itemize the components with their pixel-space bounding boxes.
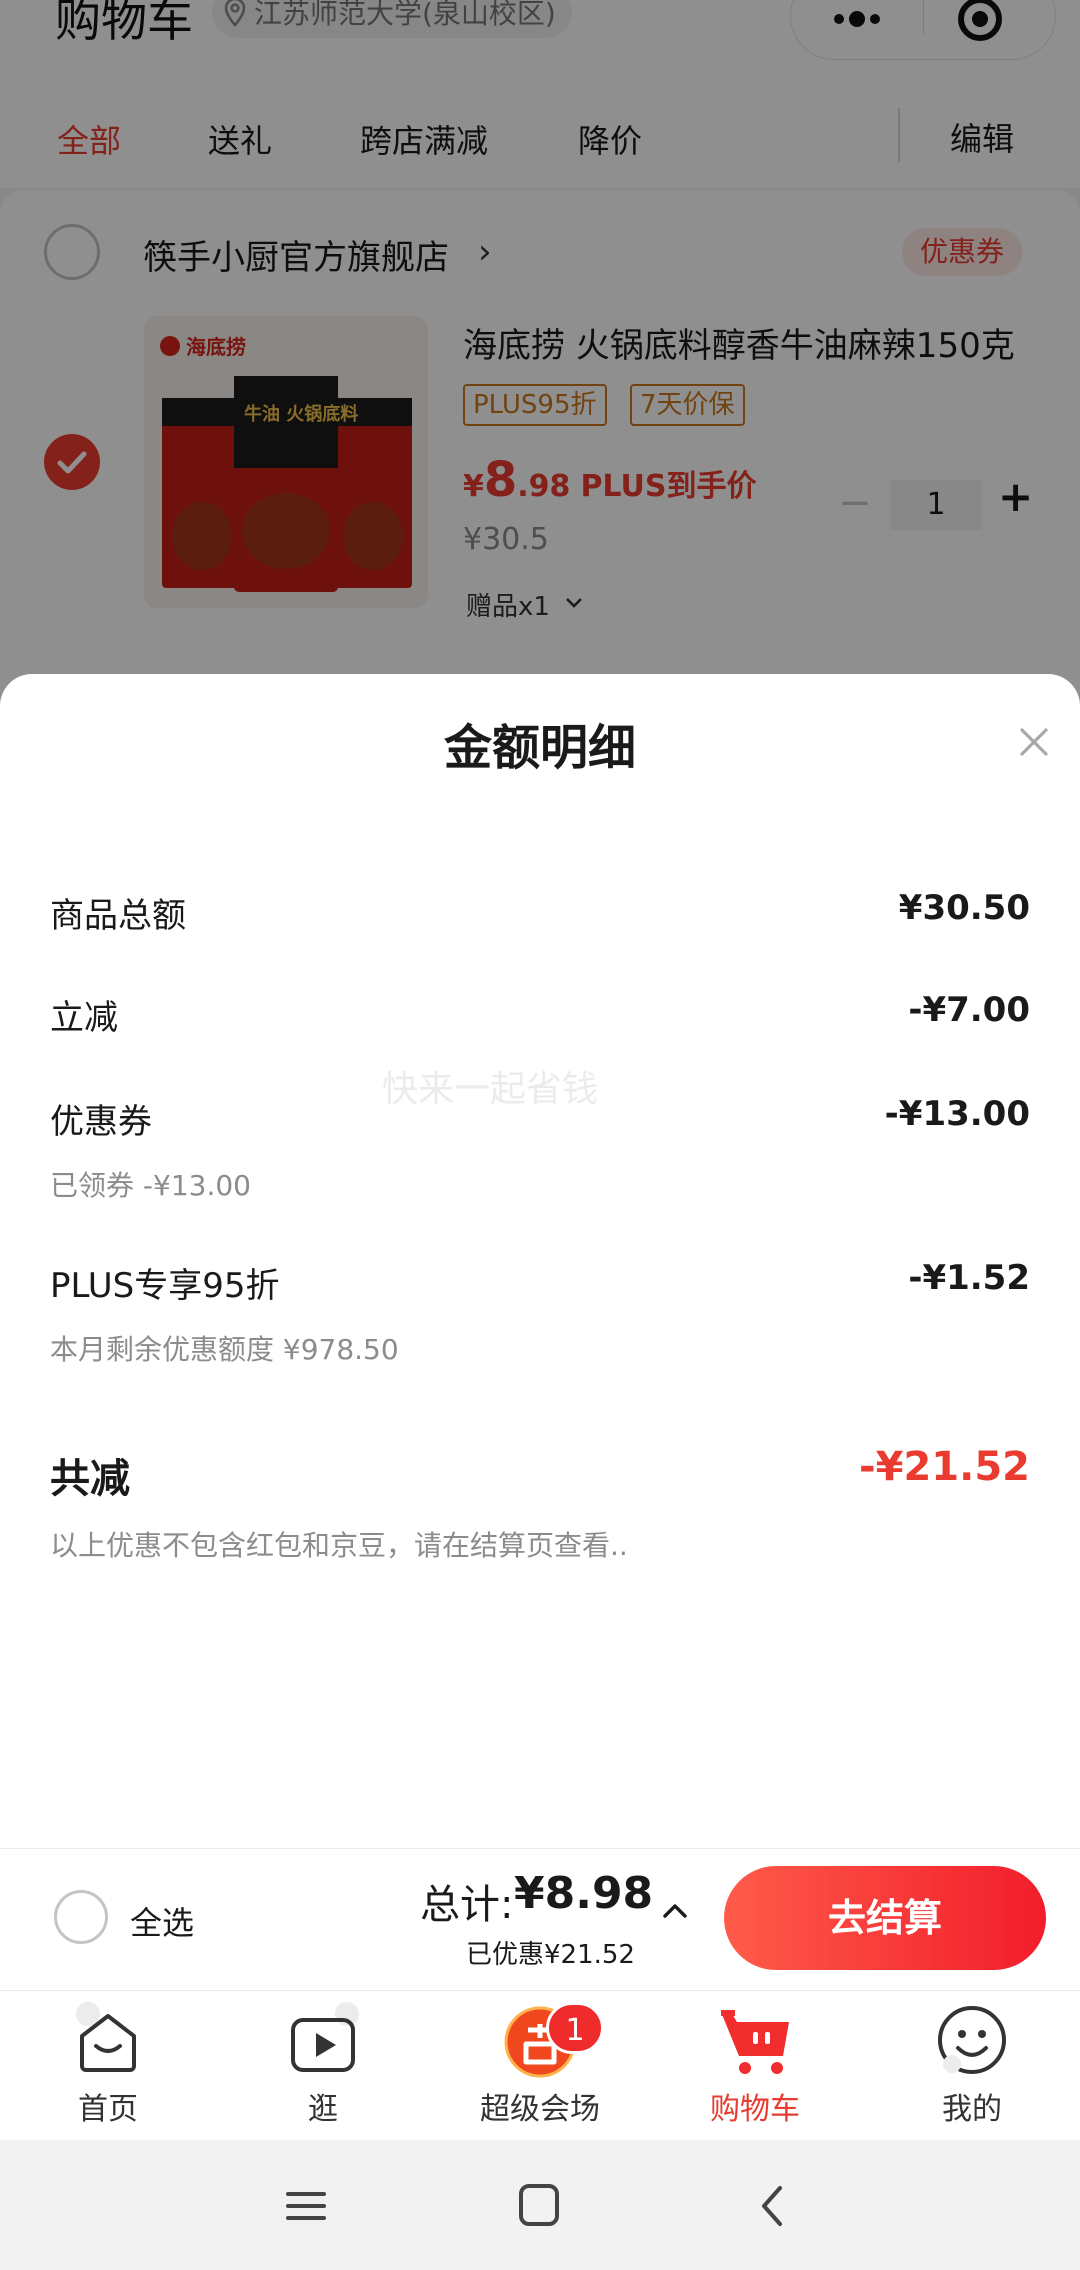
home-icon	[76, 2002, 136, 2072]
notification-badge: 1	[546, 2002, 604, 2054]
back-icon[interactable]	[744, 2180, 804, 2232]
sheet-title: 金额明细	[443, 720, 636, 776]
sum-label: 总计:	[420, 1882, 514, 1928]
tabbar-cart-label: 购物车	[710, 2092, 800, 2127]
cart-icon	[721, 2010, 789, 2074]
close-icon[interactable]	[1014, 722, 1054, 762]
tabbar-super-venue-label: 超级会场	[480, 2092, 600, 2127]
row-plus-value: -¥1.52	[908, 1258, 1030, 1298]
row-coupon-sub: 已领券 -¥13.00	[50, 1169, 251, 1202]
watermark-text: 快来一起省钱	[382, 1069, 599, 1110]
select-all-checkbox[interactable]	[54, 1890, 108, 1944]
tabbar-home-label: 首页	[78, 2092, 138, 2127]
row-goods-total-value: ¥30.50	[898, 888, 1030, 928]
tabbar-browse-label: 逛	[308, 2092, 338, 2127]
tabbar-browse[interactable]: 逛	[243, 2002, 403, 2132]
row-coupon-value: -¥13.00	[884, 1094, 1030, 1134]
discount-note: 以上优惠不包含红包和京豆，请在结算页查看..	[50, 1529, 628, 1562]
total-discount-value: -¥21.52	[859, 1444, 1030, 1490]
row-instant-discount-value: -¥7.00	[908, 990, 1030, 1030]
select-all-label[interactable]: 全选	[130, 1898, 194, 1944]
tabbar-cart[interactable]: 购物车	[675, 2002, 835, 2132]
tabbar-mine-label: 我的	[942, 2092, 1002, 2127]
tabbar-home[interactable]: 首页	[28, 2002, 188, 2132]
row-goods-total-label: 商品总额	[50, 896, 186, 936]
home-square-icon[interactable]	[509, 2180, 569, 2232]
row-coupon-label: 优惠券	[50, 1102, 152, 1142]
menu-icon[interactable]	[276, 2180, 336, 2232]
sum-value: ¥8.98	[514, 1868, 654, 1919]
chevron-up-icon[interactable]	[660, 1896, 690, 1926]
row-instant-discount-label: 立减	[50, 998, 118, 1038]
total-discount-label: 共减	[50, 1456, 130, 1502]
row-plus-label: PLUS专享95折	[50, 1266, 280, 1306]
smile-face-icon	[938, 2006, 1006, 2074]
checkout-button[interactable]: 去结算	[724, 1866, 1046, 1970]
video-play-icon	[291, 2002, 359, 2072]
saved-amount: 已优惠¥21.52	[466, 1940, 635, 1970]
row-plus-sub: 本月剩余优惠额度 ¥978.50	[50, 1333, 399, 1366]
tabbar-mine[interactable]: 我的	[892, 2002, 1052, 2132]
